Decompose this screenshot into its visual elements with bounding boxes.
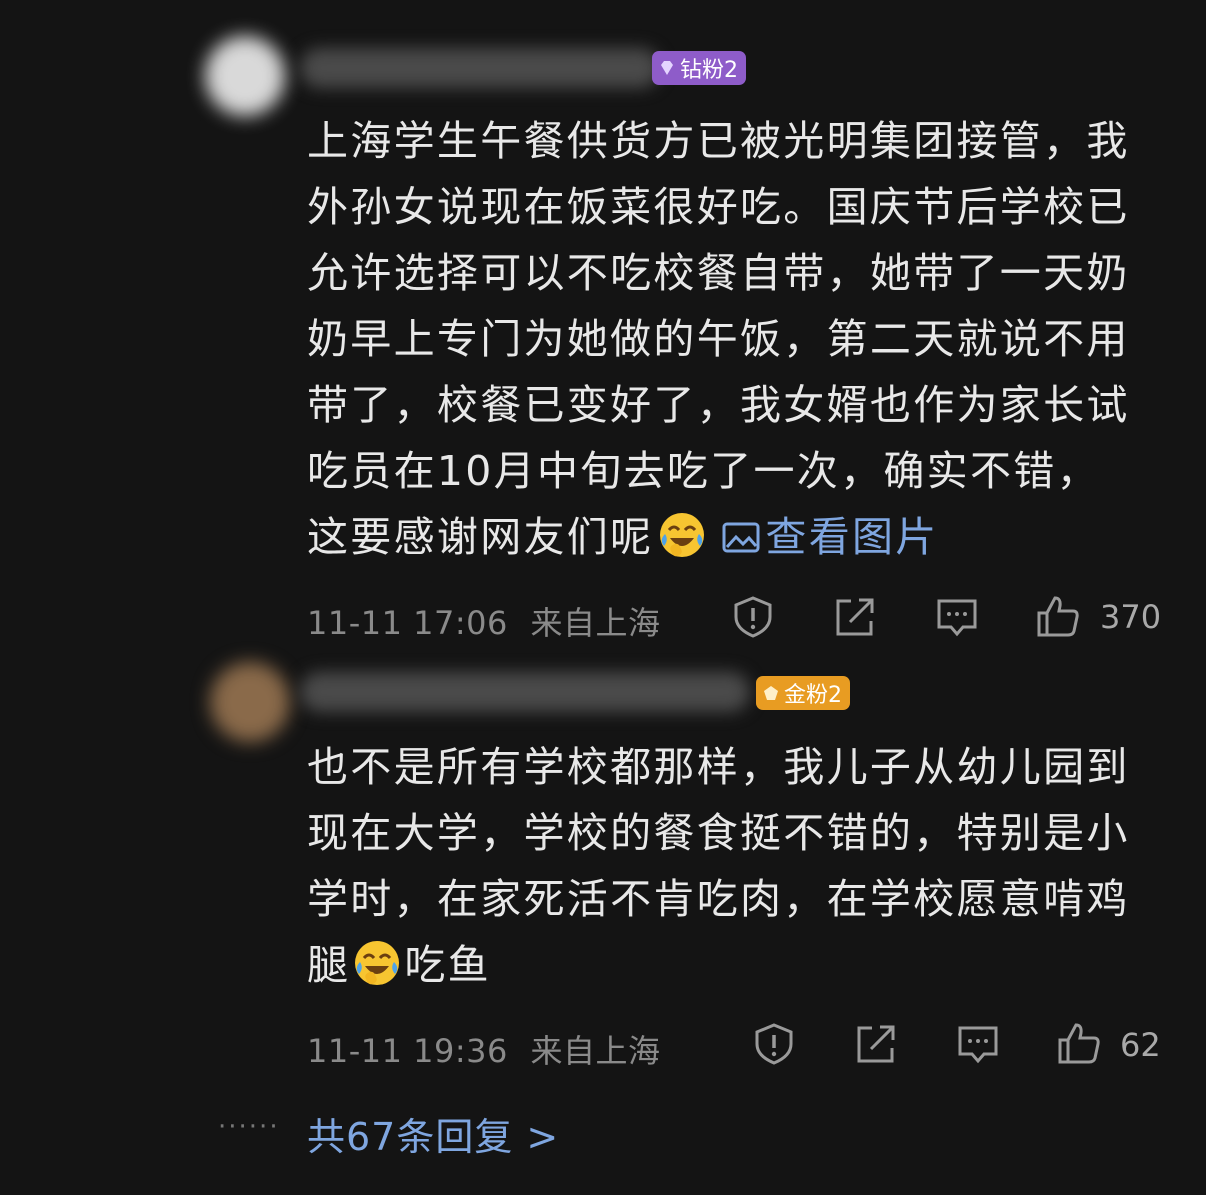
text-line-last: 这要感谢网友们呢 查看图片	[307, 504, 1167, 570]
text-fragment: 这要感谢网友们呢	[307, 513, 654, 561]
fan-badge[interactable]: 金粉2	[756, 676, 850, 710]
comment-icon	[958, 1026, 998, 1064]
comment-meta: 11-11 17:06 来自上海	[307, 598, 661, 644]
text-line-last: 腿 吃鱼	[307, 932, 1167, 998]
text-line: 学时，在家死活不肯吃肉，在学校愿意啃鸡	[307, 875, 1130, 923]
comment-meta: 11-11 19:36 来自上海	[307, 1026, 661, 1072]
badge-label: 钻粉2	[680, 58, 738, 83]
report-icon	[734, 596, 772, 638]
avatar[interactable]	[205, 36, 285, 116]
diamond-icon	[661, 61, 673, 75]
view-image-link[interactable]: 查看图片	[711, 513, 938, 561]
fan-badge[interactable]: 钻粉2	[652, 51, 746, 85]
timestamp: 11-11 17:06	[307, 604, 508, 642]
username-blurred[interactable]	[300, 672, 750, 712]
laughing-crying-emoji-icon	[355, 941, 400, 985]
like-button[interactable]	[1057, 1021, 1101, 1065]
view-replies-link[interactable]: 共67条回复 >	[307, 1106, 559, 1161]
replies-divider-dots: ······	[218, 1112, 280, 1142]
like-count: 62	[1120, 1026, 1161, 1064]
view-image-label: 查看图片	[765, 513, 939, 561]
text-line: 允许选择可以不吃校餐自带，她带了一天奶	[307, 249, 1130, 297]
timestamp: 11-11 19:36	[307, 1032, 508, 1070]
comment-text: 上海学生午餐供货方已被光明集团接管，我 外孙女说现在饭菜很好吃。国庆节后学校已 …	[307, 108, 1167, 570]
laughing-crying-emoji-icon	[660, 513, 705, 557]
like-icon	[1037, 596, 1079, 637]
text-fragment: 腿	[307, 941, 351, 989]
comment-button[interactable]	[956, 1022, 1000, 1066]
text-line: 也不是所有学校都那样，我儿子从幼儿园到	[307, 743, 1130, 791]
report-button[interactable]	[731, 595, 775, 639]
text-fragment: 吃鱼	[404, 941, 491, 989]
share-icon	[836, 598, 874, 636]
location: 来自上海	[530, 604, 661, 642]
username-blurred[interactable]	[300, 48, 660, 88]
share-button[interactable]	[833, 595, 877, 639]
report-icon	[755, 1023, 793, 1065]
like-count: 370	[1100, 598, 1162, 636]
text-line: 外孙女说现在饭菜很好吃。国庆节后学校已	[307, 183, 1130, 231]
gem-icon	[764, 686, 778, 700]
report-button[interactable]	[752, 1022, 796, 1066]
like-button[interactable]	[1036, 594, 1080, 638]
text-line: 奶早上专门为她做的午饭，第二天就说不用	[307, 315, 1130, 363]
share-button[interactable]	[854, 1022, 898, 1066]
location: 来自上海	[530, 1032, 661, 1070]
avatar[interactable]	[210, 662, 290, 742]
comment-button[interactable]	[935, 595, 979, 639]
comment-text: 也不是所有学校都那样，我儿子从幼儿园到 现在大学，学校的餐食挺不错的，特别是小 …	[307, 734, 1167, 998]
like-icon	[1058, 1023, 1100, 1064]
text-line: 带了，校餐已变好了，我女婿也作为家长试	[307, 381, 1130, 429]
share-icon	[857, 1025, 895, 1063]
text-line: 现在大学，学校的餐食挺不错的，特别是小	[307, 809, 1130, 857]
badge-label: 金粉2	[784, 683, 842, 708]
image-icon	[722, 522, 760, 553]
comment-icon	[937, 599, 977, 637]
text-line: 吃员在10月中旬去吃了一次，确实不错，	[307, 447, 1100, 495]
text-line: 上海学生午餐供货方已被光明集团接管，我	[307, 117, 1130, 165]
